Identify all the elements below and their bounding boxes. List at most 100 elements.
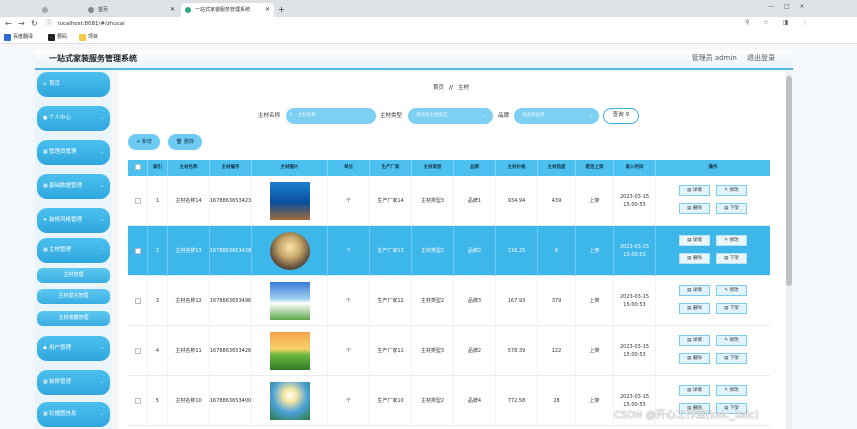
sidebar-sub-material-comments[interactable]: 主材留言管理 bbox=[37, 289, 110, 304]
browser-toolbar-icons[interactable]: ⚲ ☆ ◨ ⋮ bbox=[745, 19, 814, 26]
select-all-checkbox[interactable] bbox=[134, 163, 141, 170]
sidebar-item-users[interactable]: ◆ 用户管理 ⌄ bbox=[37, 336, 110, 361]
row-code: 1678863653428 bbox=[210, 226, 252, 276]
tab-1[interactable] bbox=[38, 3, 78, 17]
edit-button[interactable]: ✎ 修改 bbox=[716, 335, 747, 346]
sidebar-item-basic-data[interactable]: ▦ 基础数据管理 ⌄ bbox=[37, 174, 110, 199]
row-select bbox=[128, 326, 148, 376]
logout-link[interactable]: 退出登录 bbox=[747, 54, 775, 62]
row-delete-button[interactable]: ▤ 删除 bbox=[679, 203, 710, 214]
row-index: 3 bbox=[148, 276, 168, 326]
window-controls[interactable]: —□✕ bbox=[768, 3, 815, 10]
row-checkbox[interactable] bbox=[134, 348, 141, 354]
sidebar-item-home[interactable]: ⌂ 首页 bbox=[37, 72, 110, 97]
breadcrumb-home[interactable]: 首页 bbox=[433, 85, 444, 91]
row-brand: 品牌1 bbox=[454, 176, 496, 226]
material-image[interactable] bbox=[269, 282, 310, 320]
translate-icon bbox=[4, 34, 11, 41]
row-code: 1678863653426 bbox=[210, 326, 252, 376]
browser-chrome: 首页 ✕ 一站式家装服务管理系统 ✕ + —□✕ ← → ↻ ⓘ localhost… bbox=[0, 0, 857, 44]
row-time: 2023-03-15 15:00:53 bbox=[614, 276, 656, 326]
close-tab-icon[interactable]: ✕ bbox=[265, 3, 270, 17]
brand-select[interactable]: 请选择品牌 ⌄ bbox=[514, 108, 599, 124]
query-button[interactable]: 查询 ⚲ bbox=[603, 108, 639, 124]
plus-icon: + bbox=[136, 139, 141, 145]
tab-home[interactable]: 首页 ✕ bbox=[84, 3, 179, 17]
type-select[interactable]: 请选择主材类型 ⌄ bbox=[408, 108, 493, 124]
table-row[interactable]: 1 主材名称14 1678863653423 个生产厂家14 主材类型3 品牌1 934.9… bbox=[128, 176, 770, 226]
scrollbar-thumb[interactable] bbox=[786, 76, 792, 286]
offshelf-button[interactable]: ▤ 下架 bbox=[716, 253, 747, 264]
detail-button[interactable]: ▤ 详情 bbox=[679, 335, 710, 346]
detail-button[interactable]: ▤ 详情 bbox=[679, 385, 710, 396]
favicon-icon bbox=[88, 7, 94, 13]
row-actions: ▤ 详情 ✎ 修改 ▤ 删除 ▤ 下架 bbox=[656, 176, 770, 226]
row-delete-button[interactable]: ▤ 删除 bbox=[679, 353, 710, 364]
close-tab-icon[interactable]: ✕ bbox=[170, 3, 175, 17]
new-tab-button[interactable]: + bbox=[276, 3, 288, 17]
sidebar-item-material[interactable]: ▦ 主材管理 ⌃ bbox=[37, 238, 110, 263]
edit-button[interactable]: ✎ 修改 bbox=[716, 385, 747, 396]
sidebar-item-style[interactable]: ➤ 装修风格管理 ⌄ bbox=[37, 208, 110, 233]
bookmark-1[interactable]: 百度翻译 bbox=[4, 34, 33, 41]
header-select-all[interactable] bbox=[128, 160, 148, 176]
row-unit: 个 bbox=[328, 326, 370, 376]
reload-icon[interactable]: ↻ bbox=[31, 19, 38, 29]
row-checkbox[interactable] bbox=[134, 298, 141, 304]
sidebar-item-carousel[interactable]: ▦ 轮播图信息 ⌄ bbox=[37, 402, 110, 427]
row-unit: 个 bbox=[328, 176, 370, 226]
add-button[interactable]: + 新增 bbox=[128, 134, 160, 150]
table-row[interactable]: 4 主材名称11 1678863653426 个生产厂家11 主材类型3 品牌2 578.3… bbox=[128, 326, 770, 376]
row-brand: 品牌2 bbox=[454, 326, 496, 376]
edit-button[interactable]: ✎ 修改 bbox=[716, 185, 747, 196]
row-maker: 生产厂家11 bbox=[370, 326, 412, 376]
page-scrollbar[interactable] bbox=[786, 72, 792, 429]
edit-button[interactable]: ✎ 修改 bbox=[716, 285, 747, 296]
op-label: 下架 bbox=[729, 306, 739, 311]
detail-button[interactable]: ▤ 详情 bbox=[679, 235, 710, 246]
tab-active[interactable]: 一站式家装服务管理系统 ✕ bbox=[181, 3, 274, 17]
material-image[interactable] bbox=[269, 382, 310, 420]
material-image[interactable] bbox=[269, 232, 310, 270]
sidebar-item-admin[interactable]: ▦ 管理员管理 ⌄ bbox=[37, 140, 110, 165]
detail-button[interactable]: ▤ 详情 bbox=[679, 185, 710, 196]
edit-button[interactable]: ✎ 修改 bbox=[716, 235, 747, 246]
op-label: 修改 bbox=[729, 288, 739, 293]
col-type: 主材类型 bbox=[412, 160, 454, 176]
material-image[interactable] bbox=[269, 332, 310, 370]
grid-icon: ▦ bbox=[43, 183, 48, 189]
bookmark-2[interactable]: 要码 bbox=[48, 34, 67, 41]
offshelf-button[interactable]: ▤ 下架 bbox=[716, 303, 747, 314]
top-header: 一站式家装服务管理系统 管理员 admin 退出登录 bbox=[35, 50, 793, 70]
row-delete-button[interactable]: ▤ 删除 bbox=[679, 253, 710, 264]
favicon-icon bbox=[185, 7, 191, 13]
sidebar-sub-material[interactable]: 主材管理 bbox=[37, 268, 110, 283]
op-label: 修改 bbox=[729, 388, 739, 393]
sidebar-item-profile[interactable]: ● 个人中心 ⌄ bbox=[37, 106, 110, 131]
name-search-input[interactable]: ⚲ 主材名称 bbox=[286, 108, 376, 124]
info-icon[interactable]: ⓘ bbox=[46, 19, 52, 29]
material-image[interactable] bbox=[269, 182, 310, 220]
back-icon[interactable]: ← bbox=[5, 19, 12, 29]
row-checkbox[interactable] bbox=[134, 198, 141, 204]
sidebar-item-decoration[interactable]: ▦ 装修管理 ⌄ bbox=[37, 370, 110, 395]
row-checkbox[interactable] bbox=[134, 248, 141, 254]
bookmark-3[interactable]: 项目 bbox=[79, 34, 98, 41]
row-status: 上架 bbox=[576, 276, 614, 326]
forward-icon[interactable]: → bbox=[18, 19, 25, 29]
detail-button[interactable]: ▤ 详情 bbox=[679, 285, 710, 296]
send-icon: ➤ bbox=[43, 217, 48, 223]
row-status: 上架 bbox=[576, 226, 614, 276]
row-type: 主材类型3 bbox=[412, 176, 454, 226]
table-row[interactable]: 2 主材名称13 1678863653428 个生产厂家13 主材类型2 品牌2 116.2… bbox=[128, 226, 770, 276]
offshelf-button[interactable]: ▤ 下架 bbox=[716, 203, 747, 214]
offshelf-button[interactable]: ▤ 下架 bbox=[716, 353, 747, 364]
op-label: 删除 bbox=[692, 206, 702, 211]
sidebar-sub-material-favorites[interactable]: 主材收藏管理 bbox=[37, 311, 110, 326]
grid-icon: ▦ bbox=[43, 411, 48, 417]
table-row[interactable]: 3 主材名称12 1678863653496 个生产厂家12 主材类型2 品牌3 167.9… bbox=[128, 276, 770, 326]
delete-button[interactable]: 🗑 删除 bbox=[168, 134, 202, 150]
url-field[interactable]: localhost:8081/#/zhucai bbox=[58, 19, 125, 29]
row-delete-button[interactable]: ▤ 删除 bbox=[679, 303, 710, 314]
row-checkbox[interactable] bbox=[134, 398, 141, 404]
